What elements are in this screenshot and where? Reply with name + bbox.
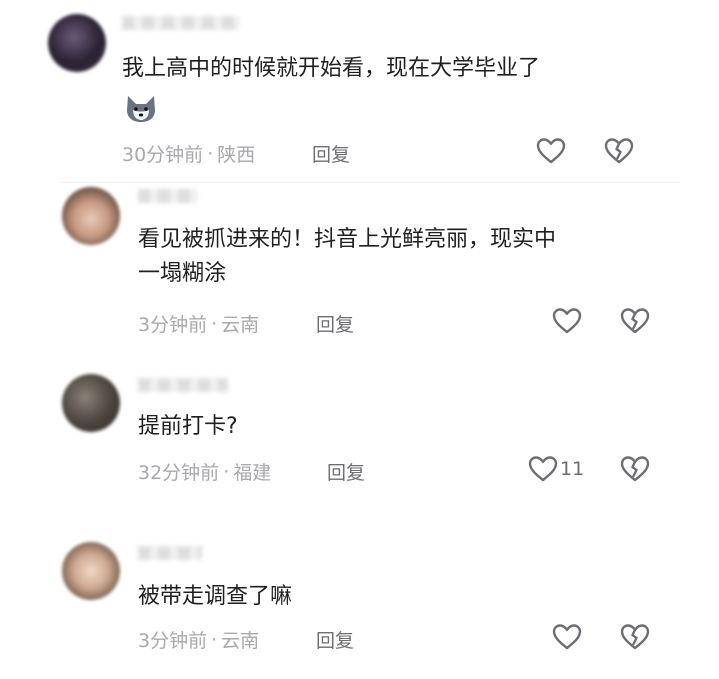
dislike-button[interactable] <box>620 623 650 651</box>
reply-button[interactable]: 回复 <box>316 310 354 337</box>
heart-outline-icon <box>552 307 582 335</box>
heart-outline-icon <box>536 137 566 165</box>
username[interactable] <box>138 378 228 392</box>
heart-outline-icon <box>528 455 558 483</box>
dislike-button[interactable] <box>620 307 650 335</box>
comment-text: 我上高中的时候就开始看，现在大学毕业了 <box>122 56 541 81</box>
avatar[interactable] <box>48 14 106 72</box>
broken-heart-icon <box>620 455 650 483</box>
meta-separator: · <box>211 312 218 335</box>
broken-heart-icon <box>620 623 650 651</box>
reply-button[interactable]: 回复 <box>312 140 350 167</box>
comment-meta: 32分钟前 · 福建 <box>138 458 271 485</box>
meta-separator: · <box>223 460 230 483</box>
like-count: 11 <box>560 458 585 480</box>
location: 陕西 <box>217 144 256 166</box>
avatar[interactable] <box>62 542 120 600</box>
comment-text: 提前打卡? <box>138 414 238 439</box>
comment-item: 看见被抓进来的！抖音上光鲜亮丽，现实中 一塌糊涂 3分钟前 · 云南 回复 <box>0 183 719 353</box>
comment-meta: 3分钟前 · 云南 <box>138 310 259 337</box>
timestamp: 30分钟前 <box>122 144 204 166</box>
comment-text: 被带走调查了嘛 <box>138 584 293 609</box>
meta-separator: · <box>211 628 218 651</box>
username[interactable] <box>138 189 198 203</box>
wolf-face-emoji-icon <box>124 94 158 124</box>
comment-item: 被带走调查了嘛 3分钟前 · 云南 回复 <box>0 540 719 679</box>
like-button[interactable] <box>536 137 568 165</box>
like-button[interactable]: 11 <box>528 455 584 483</box>
username[interactable] <box>122 16 240 30</box>
avatar[interactable] <box>62 187 120 245</box>
comment-meta: 30分钟前 · 陕西 <box>122 140 255 167</box>
location: 福建 <box>233 462 272 484</box>
like-button[interactable] <box>552 307 584 335</box>
timestamp: 3分钟前 <box>138 630 208 652</box>
comment-item: 提前打卡? 32分钟前 · 福建 回复 11 <box>0 370 719 520</box>
broken-heart-icon <box>620 307 650 335</box>
like-button[interactable] <box>552 623 584 651</box>
reply-button[interactable]: 回复 <box>316 626 354 653</box>
timestamp: 3分钟前 <box>138 314 208 336</box>
meta-separator: · <box>207 142 214 165</box>
location: 云南 <box>221 630 260 652</box>
dislike-button[interactable] <box>620 455 650 483</box>
avatar[interactable] <box>62 374 120 432</box>
comment-text: 看见被抓进来的！抖音上光鲜亮丽，现实中 一塌糊涂 <box>138 227 557 286</box>
username[interactable] <box>138 546 202 560</box>
dislike-button[interactable] <box>604 137 634 165</box>
heart-outline-icon <box>552 623 582 651</box>
comment-item: 我上高中的时候就开始看，现在大学毕业了 30分钟前 · 陕西 回复 <box>0 0 719 180</box>
reply-button[interactable]: 回复 <box>327 458 365 485</box>
location: 云南 <box>221 314 260 336</box>
timestamp: 32分钟前 <box>138 462 220 484</box>
broken-heart-icon <box>604 137 634 165</box>
comment-meta: 3分钟前 · 云南 <box>138 626 259 653</box>
